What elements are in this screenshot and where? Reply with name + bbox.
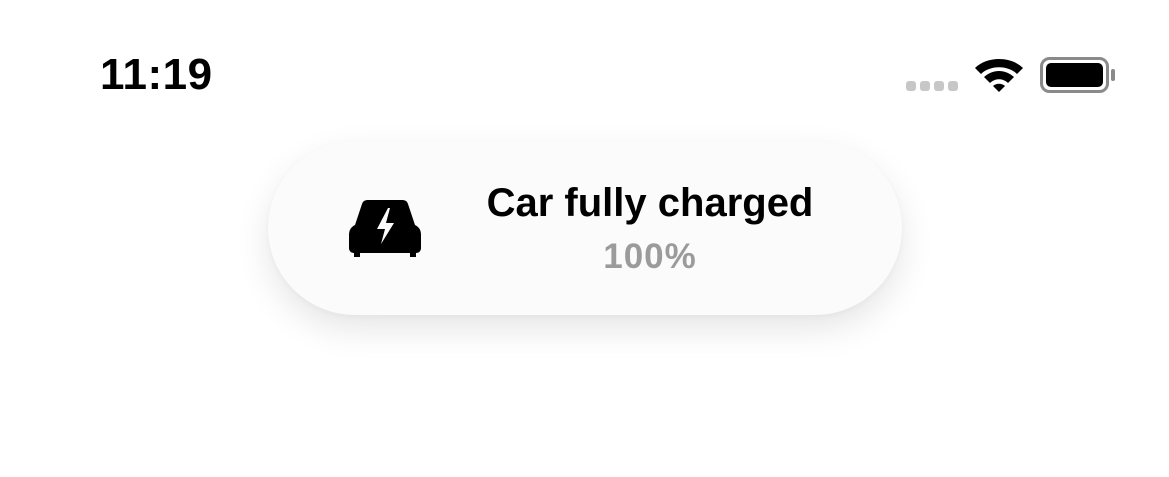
car-charging-icon [349,200,421,257]
signal-dot [906,81,916,91]
screen: 11:19 Car fully charged 100% [0,0,1169,477]
wifi-icon [975,59,1023,92]
status-bar: 11:19 [0,0,1169,120]
cellular-signal-icon [906,81,958,91]
status-time: 11:19 [100,50,213,99]
signal-dot [948,81,958,91]
notification-title: Car fully charged [486,181,814,225]
signal-dot [920,81,930,91]
charge-percentage: 100% [603,237,697,276]
signal-dot [934,81,944,91]
battery-icon [1040,57,1115,93]
